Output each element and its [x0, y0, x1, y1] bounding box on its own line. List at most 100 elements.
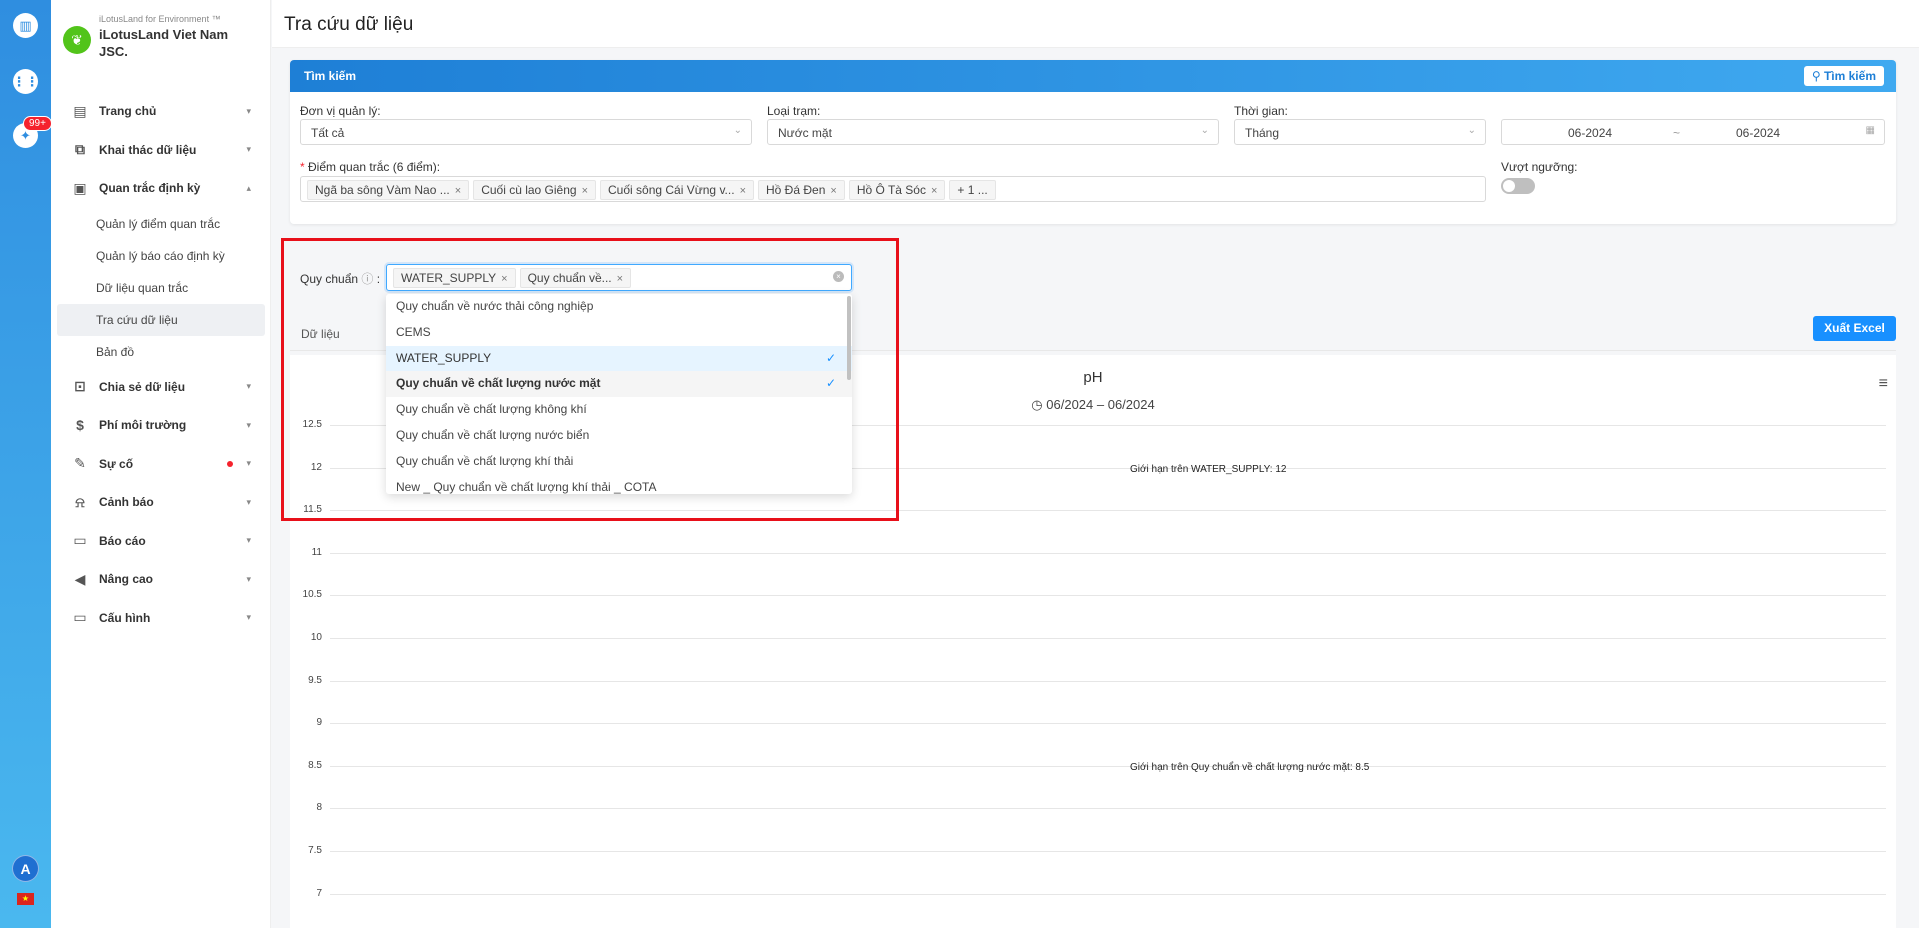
chevron-down-icon: ⌄: [733, 125, 742, 136]
y-tick-label: 11: [311, 546, 322, 558]
incident-dot: [227, 460, 233, 467]
plot-line-label: Giới hạn trên WATER_SUPPLY: 12: [1130, 463, 1287, 475]
list-icon: ▣: [73, 179, 87, 196]
highlight-box: [281, 238, 899, 521]
grid-line: [330, 680, 1886, 682]
chart-window-icon: ⧉: [75, 141, 85, 158]
chevron-down-icon: ⌄: [1200, 125, 1209, 136]
time-select[interactable]: Tháng ⌄: [1234, 119, 1486, 145]
sidebar-item-data-sharing[interactable]: ⊡ Chia sẻ dữ liệu ▾: [51, 368, 271, 407]
page-title: Tra cứu dữ liệu: [272, 0, 1919, 48]
grid-line: [330, 765, 1886, 767]
close-icon[interactable]: ×: [455, 185, 461, 197]
chevron-down-icon: ▾: [246, 535, 251, 546]
points-select[interactable]: Ngã ba sông Vàm Nao ... × Cuối cù lao Giên…: [300, 176, 1486, 202]
avatar[interactable]: A: [12, 855, 39, 882]
brand: ❦ iLotusLand for Environment ™ iLotusLan…: [63, 14, 239, 60]
edit-icon: ✎: [74, 455, 86, 472]
close-icon[interactable]: ×: [582, 185, 588, 197]
sidebar-item-alerts[interactable]: ⍾ Cảnh báo ▾: [51, 483, 271, 522]
brand-name: iLotusLand Viet Nam JSC.: [99, 27, 229, 59]
date-range-picker[interactable]: 06-2024 ~ 06-2024 ▦: [1501, 119, 1885, 145]
main-content: Tra cứu dữ liệu Tìm kiếm ⚲ Tìm kiếm Đơn …: [272, 0, 1919, 928]
dollar-icon: $: [76, 417, 84, 434]
share-icon: ⊡: [74, 378, 86, 395]
chevron-up-icon: ▴: [246, 182, 251, 193]
search-card: Tìm kiếm ⚲ Tìm kiếm Đơn vị quản lý: Tất …: [290, 60, 1896, 224]
point-tag[interactable]: Hồ Đá Đen ×: [758, 180, 845, 200]
points-more-tag[interactable]: + 1 ...: [949, 180, 996, 200]
language-flag-icon[interactable]: ★: [17, 893, 34, 905]
sidebar-subitem-reports[interactable]: Quản lý báo cáo định kỳ: [57, 240, 265, 272]
point-tag[interactable]: Ngã ba sông Vàm Nao ... ×: [307, 180, 470, 200]
sidebar: ❦ iLotusLand for Environment ™ iLotusLan…: [51, 0, 271, 928]
y-tick-label: 9.5: [308, 674, 322, 686]
sidebar-item-advanced[interactable]: ◀ Nâng cao ▾: [51, 560, 271, 599]
megaphone-icon: ◀: [74, 570, 86, 587]
monitor-icon: ▭: [73, 532, 87, 549]
app-rail: ▥ ⋮⋮ ✦ 99+ A ★: [0, 0, 52, 928]
home-icon: ▤: [73, 102, 87, 119]
brand-small: iLotusLand for Environment ™: [99, 14, 221, 24]
sidebar-item-home[interactable]: ▤ Trang chủ ▾: [51, 92, 271, 131]
grid-line: [330, 893, 1886, 895]
sidebar-menu: ▤ Trang chủ ▾ ⧉ Khai thác dữ liệu ▾ ▣ Quan tr…: [51, 92, 271, 637]
y-tick-label: 8.5: [308, 759, 322, 771]
grid-line: [330, 851, 1886, 852]
sidebar-subitem-data-lookup[interactable]: Tra cứu dữ liệu: [57, 303, 265, 336]
close-icon[interactable]: ×: [830, 185, 836, 197]
sidebar-item-config[interactable]: ▭ Cấu hình ▾: [51, 599, 271, 638]
grid-line: [330, 638, 1886, 639]
sidebar-subitem-monitoring-data[interactable]: Dữ liệu quan trắc: [57, 272, 265, 304]
home-app-icon[interactable]: ▥: [13, 13, 38, 38]
y-tick-label: 10.5: [302, 589, 322, 601]
logo-icon: ❦: [63, 26, 91, 54]
sidebar-item-data-mining[interactable]: ⧉ Khai thác dữ liệu ▾: [51, 131, 271, 170]
close-icon[interactable]: ×: [740, 185, 746, 197]
point-tag[interactable]: Cuối cù lao Giêng ×: [473, 180, 597, 200]
plot-line-label: Giới hạn trên Quy chuẩn về chất lượng nư…: [1130, 761, 1370, 773]
settings-monitor-icon: ▭: [73, 609, 87, 626]
grid-line: [330, 808, 1886, 810]
date-from[interactable]: 06-2024: [1568, 126, 1612, 140]
chevron-down-icon: ⌄: [1467, 125, 1476, 136]
sidebar-item-reports[interactable]: ▭ Báo cáo ▾: [51, 522, 271, 561]
exceed-label: Vượt ngưỡng:: [1501, 160, 1578, 174]
chevron-down-icon: ▾: [246, 612, 251, 623]
chart-menu-icon[interactable]: ≡: [1879, 375, 1888, 393]
grid-line: [330, 595, 1886, 597]
apps-grid-icon[interactable]: ⋮⋮: [13, 69, 39, 94]
grid-line: [330, 723, 1886, 725]
point-tag[interactable]: Cuối sông Cái Vừng v... ×: [600, 180, 754, 200]
exceed-toggle[interactable]: [1501, 178, 1535, 194]
date-separator: ~: [1673, 126, 1681, 140]
export-excel-button[interactable]: Xuất Excel: [1813, 316, 1896, 341]
notification-badge: 99+: [23, 116, 52, 131]
calendar-icon: ▦: [1865, 125, 1875, 136]
search-button[interactable]: ⚲ Tìm kiếm: [1803, 66, 1884, 86]
chevron-down-icon: ▾: [246, 105, 251, 116]
date-to[interactable]: 06-2024: [1736, 126, 1780, 140]
search-card-header: Tìm kiếm ⚲ Tìm kiếm: [290, 60, 1896, 92]
sidebar-item-periodic-monitoring[interactable]: ▣ Quan trắc định kỳ ▴: [51, 169, 271, 208]
sidebar-item-incidents[interactable]: ✎ Sự cố ▾: [51, 445, 271, 484]
point-tag[interactable]: Hồ Ô Tà Sóc ×: [848, 180, 946, 200]
y-tick-label: 10: [310, 632, 322, 643]
chevron-down-icon: ▾: [246, 381, 251, 392]
sidebar-subitem-map[interactable]: Bản đồ: [57, 336, 265, 368]
sidebar-item-env-fee[interactable]: $ Phí môi trường ▾: [51, 406, 271, 445]
close-icon[interactable]: ×: [931, 185, 937, 197]
clock-icon: ◷: [1031, 397, 1043, 412]
sidebar-subitem-points[interactable]: Quản lý điểm quan trắc: [57, 208, 265, 240]
chevron-down-icon: ▾: [246, 573, 251, 584]
y-tick-label: 7.5: [308, 845, 322, 856]
station-type-select[interactable]: Nước mặt ⌄: [767, 119, 1219, 145]
chevron-down-icon: ▾: [246, 496, 251, 507]
unit-label: Đơn vị quản lý:: [300, 104, 381, 118]
chevron-down-icon: ▾: [246, 419, 251, 430]
chevron-down-icon: ▾: [246, 144, 251, 155]
unit-select[interactable]: Tất cả ⌄: [300, 119, 752, 145]
station-type-label: Loại trạm:: [767, 104, 821, 118]
bell-icon: ⍾: [75, 493, 85, 510]
grid-line: [330, 552, 1886, 554]
